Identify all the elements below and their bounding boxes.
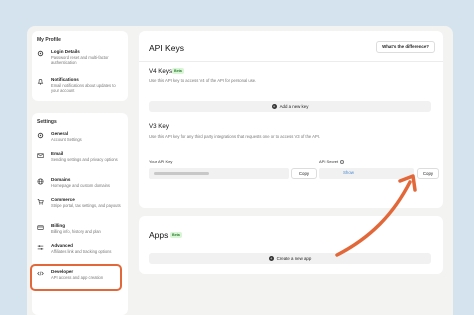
create-new-app-button[interactable]: + Create a new app	[149, 253, 431, 264]
gear-icon	[37, 132, 44, 139]
api-secret-field[interactable]	[319, 168, 414, 179]
sidebar-item-general[interactable]: General Account Settings	[37, 131, 123, 151]
sidebar-item-desc: Sending settings and privacy options	[51, 157, 118, 162]
sidebar-item-billing[interactable]: Billing Billing info, history and plan	[37, 223, 123, 243]
sidebar-item-desc: Homepage and custom domains	[51, 183, 110, 188]
divider	[139, 61, 443, 62]
v4-keys-title: V4 Keys	[149, 68, 173, 75]
masked-value	[154, 172, 209, 175]
app-window: My Profile Login Details Password reset …	[27, 26, 453, 315]
cart-icon	[37, 198, 44, 205]
add-new-key-label: Add a new key	[279, 104, 309, 109]
sidebar-item-label: Commerce	[51, 197, 75, 202]
sidebar-item-label: Domains	[51, 177, 71, 182]
info-icon	[340, 159, 345, 164]
sidebar-item-advanced[interactable]: Advanced Affiliates link and tracking op…	[37, 243, 123, 263]
sidebar-item-label: Email	[51, 151, 64, 156]
sidebar-item-notifications[interactable]: Notifications Email notifications about …	[37, 77, 123, 97]
copy-api-secret-button[interactable]: Copy	[417, 168, 439, 179]
api-secret-label: API Secret	[319, 159, 345, 164]
create-new-app-label: Create a new app	[276, 256, 312, 261]
sidebar-item-desc: Affiliates link and tracking options	[51, 249, 112, 254]
your-api-key-label: Your API Key	[149, 159, 173, 164]
plus-icon: +	[271, 104, 277, 109]
mail-icon	[37, 152, 44, 159]
api-secret-label-text: API Secret	[319, 159, 339, 164]
sliders-icon	[37, 244, 44, 251]
show-secret-link[interactable]: Show	[343, 170, 354, 175]
sidebar-item-label: Advanced	[51, 243, 73, 248]
beta-badge: Beta	[170, 232, 182, 238]
settings-section-title: Settings	[37, 119, 57, 125]
sidebar-item-desc: Email notifications about updates to you…	[51, 83, 116, 94]
settings-sidebar: My Profile Login Details Password reset …	[27, 26, 131, 315]
v3-key-title: V3 Key	[149, 123, 169, 130]
card-icon	[37, 224, 44, 231]
copy-api-key-button[interactable]: Copy	[291, 168, 317, 179]
page-title: API Keys	[149, 43, 184, 53]
sidebar-item-desc: Stripe portal, tax settings, and payouts	[51, 203, 121, 208]
profile-panel: My Profile Login Details Password reset …	[32, 31, 128, 101]
sidebar-item-label: Login Details	[51, 49, 80, 54]
v4-description: Use this API key to access V4 of the API…	[149, 78, 257, 83]
developer-highlight-box	[30, 264, 122, 291]
sidebar-item-commerce[interactable]: Commerce Stripe portal, tax settings, an…	[37, 197, 123, 217]
sidebar-item-domains[interactable]: Domains Homepage and custom domains	[37, 177, 123, 197]
sidebar-item-desc: Account Settings	[51, 137, 82, 142]
gear-icon	[37, 50, 44, 57]
globe-icon	[37, 178, 44, 185]
sidebar-item-desc: Billing info, history and plan	[51, 229, 101, 234]
settings-panel: Settings General Account Settings Email …	[30, 113, 128, 315]
api-key-field[interactable]	[149, 168, 289, 179]
apps-card: Apps Beta + Create a new app	[139, 216, 443, 274]
main-content: API Keys What's the difference? V4 Keys …	[139, 26, 453, 315]
profile-section-title: My Profile	[37, 37, 61, 43]
sidebar-item-label: General	[51, 131, 69, 136]
sidebar-item-label: Billing	[51, 223, 66, 228]
beta-badge: Beta	[172, 68, 184, 74]
sidebar-item-desc: Password reset and multi-factor authenti…	[51, 55, 109, 66]
bell-icon	[37, 78, 44, 85]
sidebar-item-login-details[interactable]: Login Details Password reset and multi-f…	[37, 49, 123, 69]
plus-icon: +	[268, 256, 274, 261]
whats-the-difference-button[interactable]: What's the difference?	[376, 41, 435, 53]
api-keys-card: API Keys What's the difference? V4 Keys …	[139, 31, 443, 208]
sidebar-item-email[interactable]: Email Sending settings and privacy optio…	[37, 151, 123, 171]
sidebar-item-label: Notifications	[51, 77, 79, 82]
apps-title: Apps	[149, 230, 169, 240]
add-new-key-button[interactable]: + Add a new key	[149, 101, 431, 112]
v3-description: Use this API key for any third party int…	[149, 134, 321, 139]
